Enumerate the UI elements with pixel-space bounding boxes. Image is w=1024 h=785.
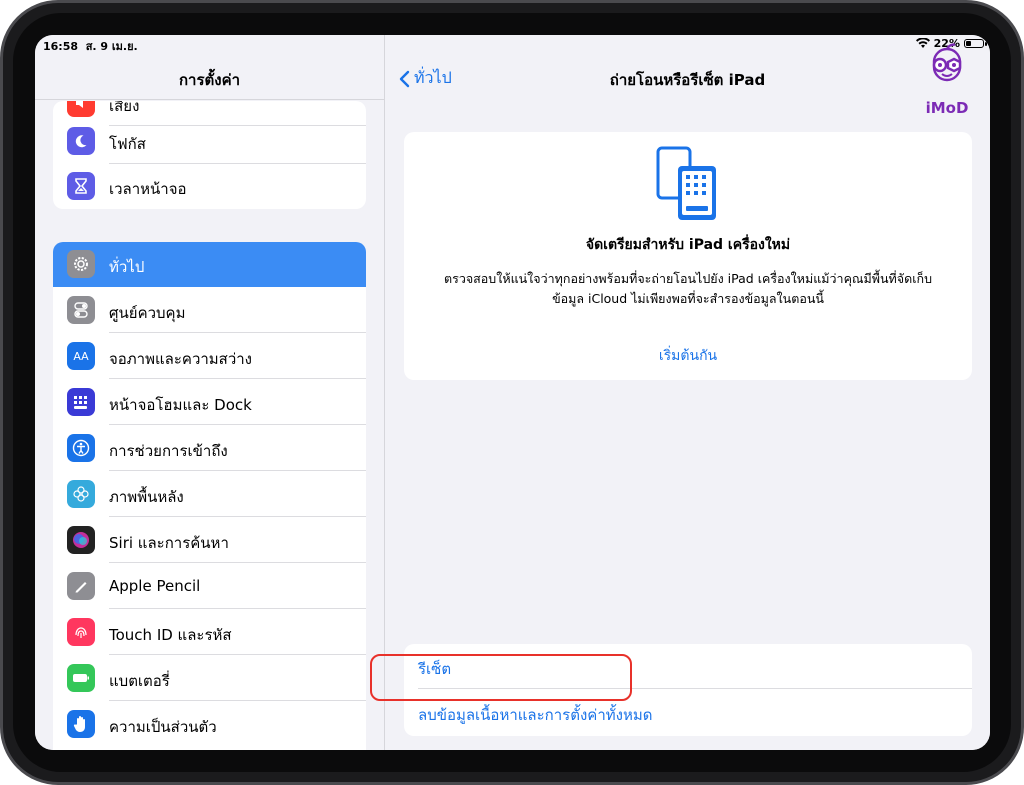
- speaker-icon: [67, 101, 95, 117]
- sidebar-group-focus: เสียง โฟกัส เวลาหน้าจอ: [53, 101, 366, 209]
- fingerprint-icon: [67, 618, 95, 646]
- sidebar-item-focus[interactable]: โฟกัส: [53, 119, 366, 164]
- hand-icon: [67, 710, 95, 738]
- row-divider: [109, 608, 366, 609]
- gear-icon: [67, 250, 95, 278]
- imod-logo-text: iMoD: [925, 99, 969, 117]
- sidebar-item-general[interactable]: ทั่วไป: [53, 242, 366, 287]
- accessibility-icon: [67, 434, 95, 462]
- text-size-icon: AA: [67, 342, 95, 370]
- get-started-link[interactable]: เริ่มต้นกัน: [404, 345, 972, 367]
- row-divider: [109, 378, 366, 379]
- sidebar-item-touch-id[interactable]: Touch ID และรหัส: [53, 610, 366, 655]
- sidebar-item-label: จอภาพและความสว่าง: [109, 350, 253, 368]
- row-divider: [109, 562, 366, 563]
- sidebar-item-screen-time[interactable]: เวลาหน้าจอ: [53, 164, 366, 209]
- sidebar-item-label: ทั่วไป: [109, 258, 145, 276]
- sidebar-item-label: Siri และการค้นหา: [109, 534, 229, 552]
- pencil-icon: [67, 572, 95, 600]
- toggles-icon: [67, 296, 95, 324]
- card-description-line: ตรวจสอบให้แน่ใจว่าทุกอย่างพร้อมที่จะถ่าย…: [443, 271, 933, 286]
- grid-icon: [67, 388, 95, 416]
- sidebar-item-label: Apple Pencil: [109, 577, 201, 595]
- sidebar-item-apple-pencil[interactable]: Apple Pencil: [53, 564, 366, 609]
- sidebar-item-label: เวลาหน้าจอ: [109, 180, 187, 198]
- sidebar-item-label: ความเป็นส่วนตัว: [109, 718, 217, 736]
- sidebar-item-battery[interactable]: แบตเตอรี่: [53, 656, 366, 701]
- page-title: ถ่ายโอนหรือรีเซ็ต iPad: [609, 71, 766, 89]
- sidebar-title: การตั้งค่า: [178, 71, 241, 89]
- row-divider: [109, 654, 366, 655]
- sidebar-item-label: หน้าจอโฮมและ Dock: [109, 396, 252, 414]
- sidebar-item-label: แบตเตอรี่: [109, 672, 170, 690]
- card-title: จัดเตรียมสำหรับ iPad เครื่องใหม่: [585, 237, 791, 253]
- ipad-transfer-icon: [656, 146, 716, 220]
- erase-all-label: ลบข้อมูลเนื้อหาและการตั้งค่าทั้งหมด: [418, 706, 653, 724]
- sidebar-item-wallpaper[interactable]: ภาพพื้นหลัง: [53, 472, 366, 517]
- sidebar-item-privacy[interactable]: ความเป็นส่วนตัว: [53, 702, 366, 747]
- flower-icon: [67, 480, 95, 508]
- sidebar-item-label: เสียง: [109, 101, 140, 115]
- row-divider: [109, 700, 366, 701]
- row-divider: [109, 470, 366, 471]
- siri-icon: [67, 526, 95, 554]
- screen: 16:58 ส. 9 เม.ย. การตั้งค่า เสียง โฟกัส: [35, 35, 990, 750]
- sidebar-item-label: การช่วยการเข้าถึง: [109, 442, 228, 460]
- sidebar-item-label: โฟกัส: [109, 135, 146, 153]
- battery-icon: [67, 664, 95, 692]
- sidebar-item-label: Touch ID และรหัส: [109, 626, 232, 644]
- imod-logo: iMoD: [920, 41, 974, 121]
- card-description-line: ข้อมูล iCloud ไม่เพียงพอที่จะสำรองข้อมูล…: [552, 291, 824, 306]
- row-divider: [109, 424, 366, 425]
- sidebar-item-control-center[interactable]: ศูนย์ควบคุม: [53, 288, 366, 333]
- prepare-new-ipad-card: จัดเตรียมสำหรับ iPad เครื่องใหม่ ตรวจสอบ…: [404, 132, 972, 380]
- sidebar: 16:58 ส. 9 เม.ย. การตั้งค่า เสียง โฟกัส: [35, 35, 385, 750]
- sidebar-item-accessibility[interactable]: การช่วยการเข้าถึง: [53, 426, 366, 471]
- annotation-highlight-box: [370, 654, 632, 701]
- sidebar-item-label: ศูนย์ควบคุม: [109, 304, 186, 322]
- row-divider: [109, 332, 366, 333]
- moon-icon: [67, 127, 95, 155]
- detail-pane: 22% ทั่วไป ถ่ายโอนหรือรีเซ็ต iPad iMoD จ…: [385, 35, 990, 750]
- sidebar-item-label: ภาพพื้นหลัง: [109, 488, 184, 506]
- sidebar-header-divider: [35, 99, 384, 100]
- status-time: 16:58 ส. 9 เม.ย.: [43, 40, 138, 53]
- sidebar-item-display[interactable]: AA จอภาพและความสว่าง: [53, 334, 366, 379]
- sidebar-item-home-screen[interactable]: หน้าจอโฮมและ Dock: [53, 380, 366, 425]
- card-description: ตรวจสอบให้แน่ใจว่าทุกอย่างพร้อมที่จะถ่าย…: [414, 269, 962, 309]
- row-divider: [109, 516, 366, 517]
- hourglass-icon: [67, 172, 95, 200]
- sidebar-item-siri[interactable]: Siri และการค้นหา: [53, 518, 366, 563]
- sidebar-group-general: ทั่วไป ศูนย์ควบคุม AA จอภาพและความสว่าง …: [53, 242, 366, 750]
